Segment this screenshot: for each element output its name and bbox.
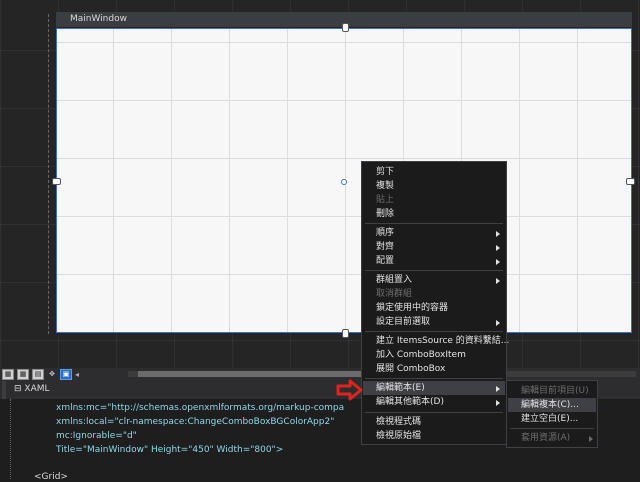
code-line: <Grid> xyxy=(34,472,68,482)
menu-item-group-into[interactable]: 群組置入 xyxy=(376,273,412,287)
window-title: MainWindow xyxy=(70,14,127,24)
submenu-arrow-icon xyxy=(496,400,500,406)
tab-divider xyxy=(2,381,6,399)
submenu-arrow-icon xyxy=(496,386,500,392)
menu-item-edit-other-templates[interactable]: 編輯其他範本(D) xyxy=(376,395,444,409)
menu-separator xyxy=(365,270,503,271)
menu-separator xyxy=(365,223,503,224)
menu-item-align[interactable]: 對齊 xyxy=(376,240,394,254)
menu-item-set-selection[interactable]: 設定目前選取 xyxy=(376,315,430,329)
menu-item-layout[interactable]: 配置 xyxy=(376,254,394,268)
menu-item-lock-container[interactable]: 鎖定使用中的容器 xyxy=(376,301,448,315)
menu-item-create-empty[interactable]: 建立空白(E)... xyxy=(521,412,578,426)
tab-xaml-icon: ⊟ xyxy=(14,384,22,394)
menu-item-delete[interactable]: 刪除 xyxy=(376,207,394,221)
submenu-arrow-icon xyxy=(496,320,500,326)
tab-xaml-label: XAML xyxy=(24,384,50,394)
submenu-arrow-icon xyxy=(496,278,500,284)
template-submenu: 編輯目前項目(U) 編輯複本(C)... 建立空白(E)... 套用資源(A) xyxy=(506,380,598,448)
submenu-arrow-icon xyxy=(496,259,500,265)
menu-separator xyxy=(365,331,503,332)
menu-separator xyxy=(510,428,594,429)
menu-item-paste[interactable]: 貼上 xyxy=(376,193,394,207)
center-anchor-icon xyxy=(341,179,347,185)
submenu-arrow-icon xyxy=(589,436,593,442)
resize-handle-bottom[interactable] xyxy=(342,329,349,338)
resize-handle-right[interactable] xyxy=(626,178,635,185)
resize-handle-left[interactable] xyxy=(52,178,61,185)
menu-item-edit-current[interactable]: 編輯目前項目(U) xyxy=(521,384,589,398)
menu-item-bind-itemssource[interactable]: 建立 ItemsSource 的資料繫結... xyxy=(376,334,509,348)
pan-icon[interactable]: ✥ xyxy=(47,370,57,379)
menu-item-edit-template[interactable]: 編輯範本(E) xyxy=(376,381,425,395)
left-ruler xyxy=(48,14,50,334)
menu-separator xyxy=(365,412,503,413)
snap-icon[interactable]: ▤ xyxy=(32,369,44,380)
menu-item-order[interactable]: 順序 xyxy=(376,226,394,240)
menu-item-add-comboboxitem[interactable]: 加入 ComboBoxItem xyxy=(376,348,466,362)
grid-view-icon[interactable]: ▦ xyxy=(2,369,14,380)
code-line: Title="MainWindow" Height="450" Width="8… xyxy=(56,445,284,455)
menu-item-copy[interactable]: 複製 xyxy=(376,179,394,193)
menu-item-view-code[interactable]: 檢視程式碼 xyxy=(376,415,421,429)
menu-item-cut[interactable]: 剪下 xyxy=(376,165,394,179)
scroll-left-icon[interactable]: ◂ xyxy=(75,370,79,379)
submenu-arrow-icon xyxy=(496,231,500,237)
red-arrow-icon xyxy=(336,379,363,401)
grid-large-icon[interactable]: ▦ xyxy=(17,369,29,380)
menu-item-ungroup[interactable]: 取消群組 xyxy=(376,287,412,301)
resize-handle-top[interactable] xyxy=(342,23,349,32)
menu-separator xyxy=(365,378,503,379)
code-gutter xyxy=(10,399,12,479)
menu-item-apply-resource[interactable]: 套用資源(A) xyxy=(521,431,570,445)
menu-item-view-source[interactable]: 檢視原始檔 xyxy=(376,429,421,443)
menu-item-expand-combobox[interactable]: 展開 ComboBox xyxy=(376,362,445,376)
code-line: xmlns:local="clr-namespace:ChangeComboBo… xyxy=(56,417,335,427)
code-line: mc:Ignorable="d" xyxy=(56,431,137,441)
doc-icon[interactable]: ▣ xyxy=(60,369,72,380)
tab-xaml[interactable]: ⊟ XAML xyxy=(14,384,50,394)
context-menu: 剪下 複製 貼上 刪除 順序 對齊 配置 群組置入 取消群組 鎖定使用中的容器 … xyxy=(361,161,509,445)
submenu-arrow-icon xyxy=(496,245,500,251)
code-line: xmlns:mc="http://schemas.openxmlformats.… xyxy=(56,403,345,413)
menu-item-edit-copy[interactable]: 編輯複本(C)... xyxy=(521,398,579,412)
